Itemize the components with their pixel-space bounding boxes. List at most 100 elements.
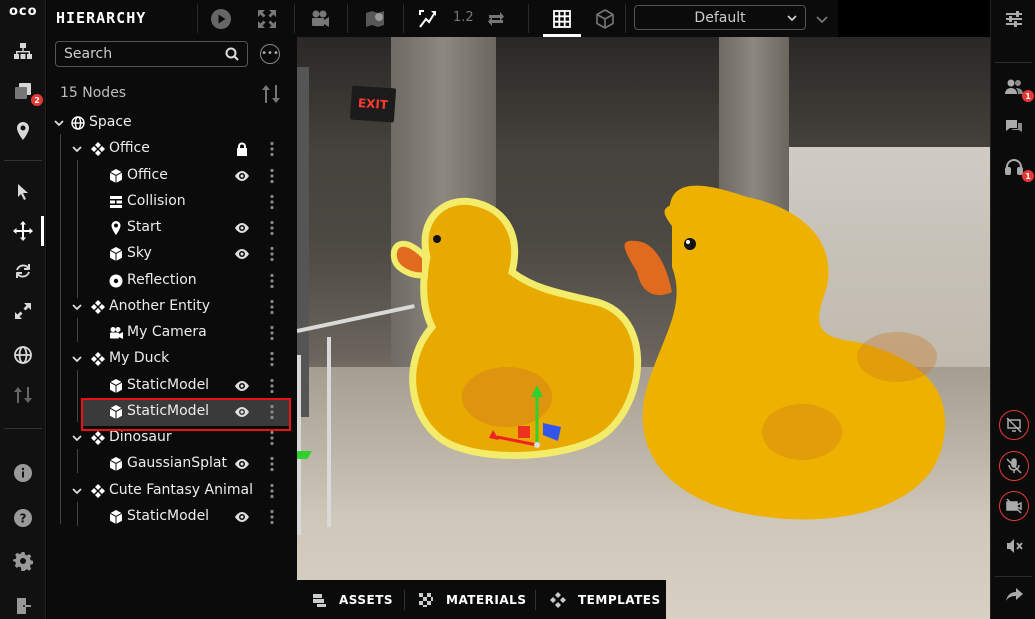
chevron-down-icon[interactable]: [71, 301, 83, 313]
chat-icon[interactable]: [991, 112, 1035, 142]
node-label: Office: [127, 166, 168, 183]
settings-gear-icon[interactable]: [0, 546, 46, 576]
kebab-menu-icon[interactable]: [269, 273, 275, 289]
sort-nodes-icon[interactable]: [261, 84, 281, 104]
assets-label: ASSETS: [339, 592, 394, 607]
selected-duck[interactable]: [390, 197, 642, 459]
eye-icon[interactable]: [234, 456, 250, 472]
camera-icon[interactable]: [309, 8, 331, 30]
node-label: My Duck: [109, 350, 170, 367]
eye-icon[interactable]: [234, 378, 250, 394]
sort-icon[interactable]: [0, 380, 46, 410]
materials-label: MATERIALS: [446, 592, 527, 607]
kebab-menu-icon[interactable]: [269, 509, 275, 525]
snap-value[interactable]: 1.2: [453, 10, 474, 25]
eye-icon[interactable]: [234, 509, 250, 525]
node-label: Office: [109, 140, 150, 157]
search-icon[interactable]: [224, 46, 240, 62]
globe-icon[interactable]: [0, 340, 46, 370]
rotate-icon[interactable]: [0, 256, 46, 286]
view-mode-select[interactable]: Default: [634, 5, 806, 30]
node-label: StaticModel: [127, 376, 210, 393]
right-rail: 1 1: [990, 0, 1035, 619]
microphone-off-icon[interactable]: [999, 451, 1029, 481]
move-icon[interactable]: [0, 216, 46, 246]
eye-icon[interactable]: [234, 246, 250, 262]
kebab-menu-icon[interactable]: [269, 430, 275, 446]
eye-icon[interactable]: [234, 168, 250, 184]
kebab-menu-icon[interactable]: [269, 168, 275, 184]
hierarchy-node[interactable]: StaticModel: [47, 504, 297, 530]
chevron-down-icon[interactable]: [71, 485, 83, 497]
map-pin-icon[interactable]: [364, 8, 386, 30]
share-arrow-icon[interactable]: [991, 580, 1035, 610]
hierarchy-node[interactable]: My Camera: [47, 320, 297, 346]
info-icon[interactable]: [0, 458, 46, 488]
templates-tab[interactable]: TEMPLATES: [550, 580, 661, 619]
bottom-divider: [535, 590, 536, 610]
lock-icon[interactable]: [235, 142, 249, 157]
node-label: Space: [89, 114, 132, 130]
3d-viewport[interactable]: EXIT: [297, 37, 990, 619]
scale-icon[interactable]: [0, 296, 46, 326]
collision-grid-icon: [109, 195, 123, 209]
search-input[interactable]: [64, 46, 214, 62]
big-duck[interactable]: [624, 185, 946, 520]
fullscreen-icon[interactable]: [256, 8, 278, 30]
hierarchy-node[interactable]: My Duck: [47, 346, 297, 372]
hierarchy-icon[interactable]: [0, 36, 46, 66]
cube-icon: [109, 168, 123, 183]
node-label: StaticModel: [127, 507, 210, 524]
kebab-menu-icon[interactable]: [269, 141, 275, 157]
cube-icon: [109, 378, 123, 393]
kebab-menu-icon[interactable]: [269, 378, 275, 394]
eye-icon[interactable]: [234, 220, 250, 236]
kebab-menu-icon[interactable]: [269, 220, 275, 236]
more-options-icon[interactable]: •••: [260, 44, 280, 64]
help-icon[interactable]: ?: [0, 503, 46, 533]
screen-share-off-icon[interactable]: [999, 410, 1029, 440]
play-icon[interactable]: [210, 8, 232, 30]
cube-view-icon[interactable]: [594, 8, 616, 30]
hierarchy-node[interactable]: Office: [47, 163, 297, 189]
select-arrow-icon[interactable]: [0, 177, 46, 207]
snap-icon[interactable]: [417, 8, 439, 30]
templates-icon: [550, 591, 566, 608]
cube-icon: [109, 457, 123, 472]
chevron-down-icon[interactable]: [53, 117, 65, 129]
cube-icon: [109, 247, 123, 262]
hierarchy-node[interactable]: Office: [47, 136, 297, 162]
toolbar-divider: [294, 4, 295, 33]
hierarchy-node[interactable]: GaussianSplat: [47, 451, 297, 477]
entity-icon: [91, 142, 105, 157]
hierarchy-node[interactable]: Sky: [47, 241, 297, 267]
grid-icon[interactable]: [551, 8, 573, 30]
materials-tab[interactable]: MATERIALS: [418, 580, 526, 619]
kebab-menu-icon[interactable]: [269, 456, 275, 472]
toolbar-expand-chevron-icon[interactable]: [815, 12, 829, 26]
kebab-menu-icon[interactable]: [269, 246, 275, 262]
kebab-menu-icon[interactable]: [269, 351, 275, 367]
kebab-menu-icon[interactable]: [269, 299, 275, 315]
swap-arrows-icon[interactable]: [485, 8, 507, 30]
speaker-muted-icon[interactable]: [991, 531, 1035, 561]
exit-door-icon[interactable]: [0, 591, 46, 619]
chevron-down-icon[interactable]: [71, 353, 83, 365]
entity-icon: [91, 431, 105, 445]
kebab-menu-icon[interactable]: [269, 483, 275, 499]
chevron-down-icon[interactable]: [71, 432, 83, 444]
location-pin-icon[interactable]: [0, 116, 46, 146]
video-off-icon[interactable]: [999, 491, 1029, 521]
kebab-menu-icon[interactable]: [269, 325, 275, 341]
hierarchy-node[interactable]: Start: [47, 215, 297, 241]
hierarchy-node[interactable]: Collision: [47, 189, 297, 215]
hierarchy-node[interactable]: StaticModel: [47, 373, 297, 399]
assets-tab[interactable]: ASSETS: [311, 580, 393, 619]
hierarchy-node[interactable]: Reflection: [47, 268, 297, 294]
hierarchy-node[interactable]: Another Entity: [47, 294, 297, 320]
hierarchy-node[interactable]: Space: [47, 110, 297, 136]
hierarchy-node[interactable]: Cute Fantasy Animal: [47, 478, 297, 504]
chevron-down-icon[interactable]: [71, 143, 83, 155]
kebab-menu-icon[interactable]: [269, 194, 275, 210]
sliders-icon[interactable]: [991, 4, 1035, 34]
